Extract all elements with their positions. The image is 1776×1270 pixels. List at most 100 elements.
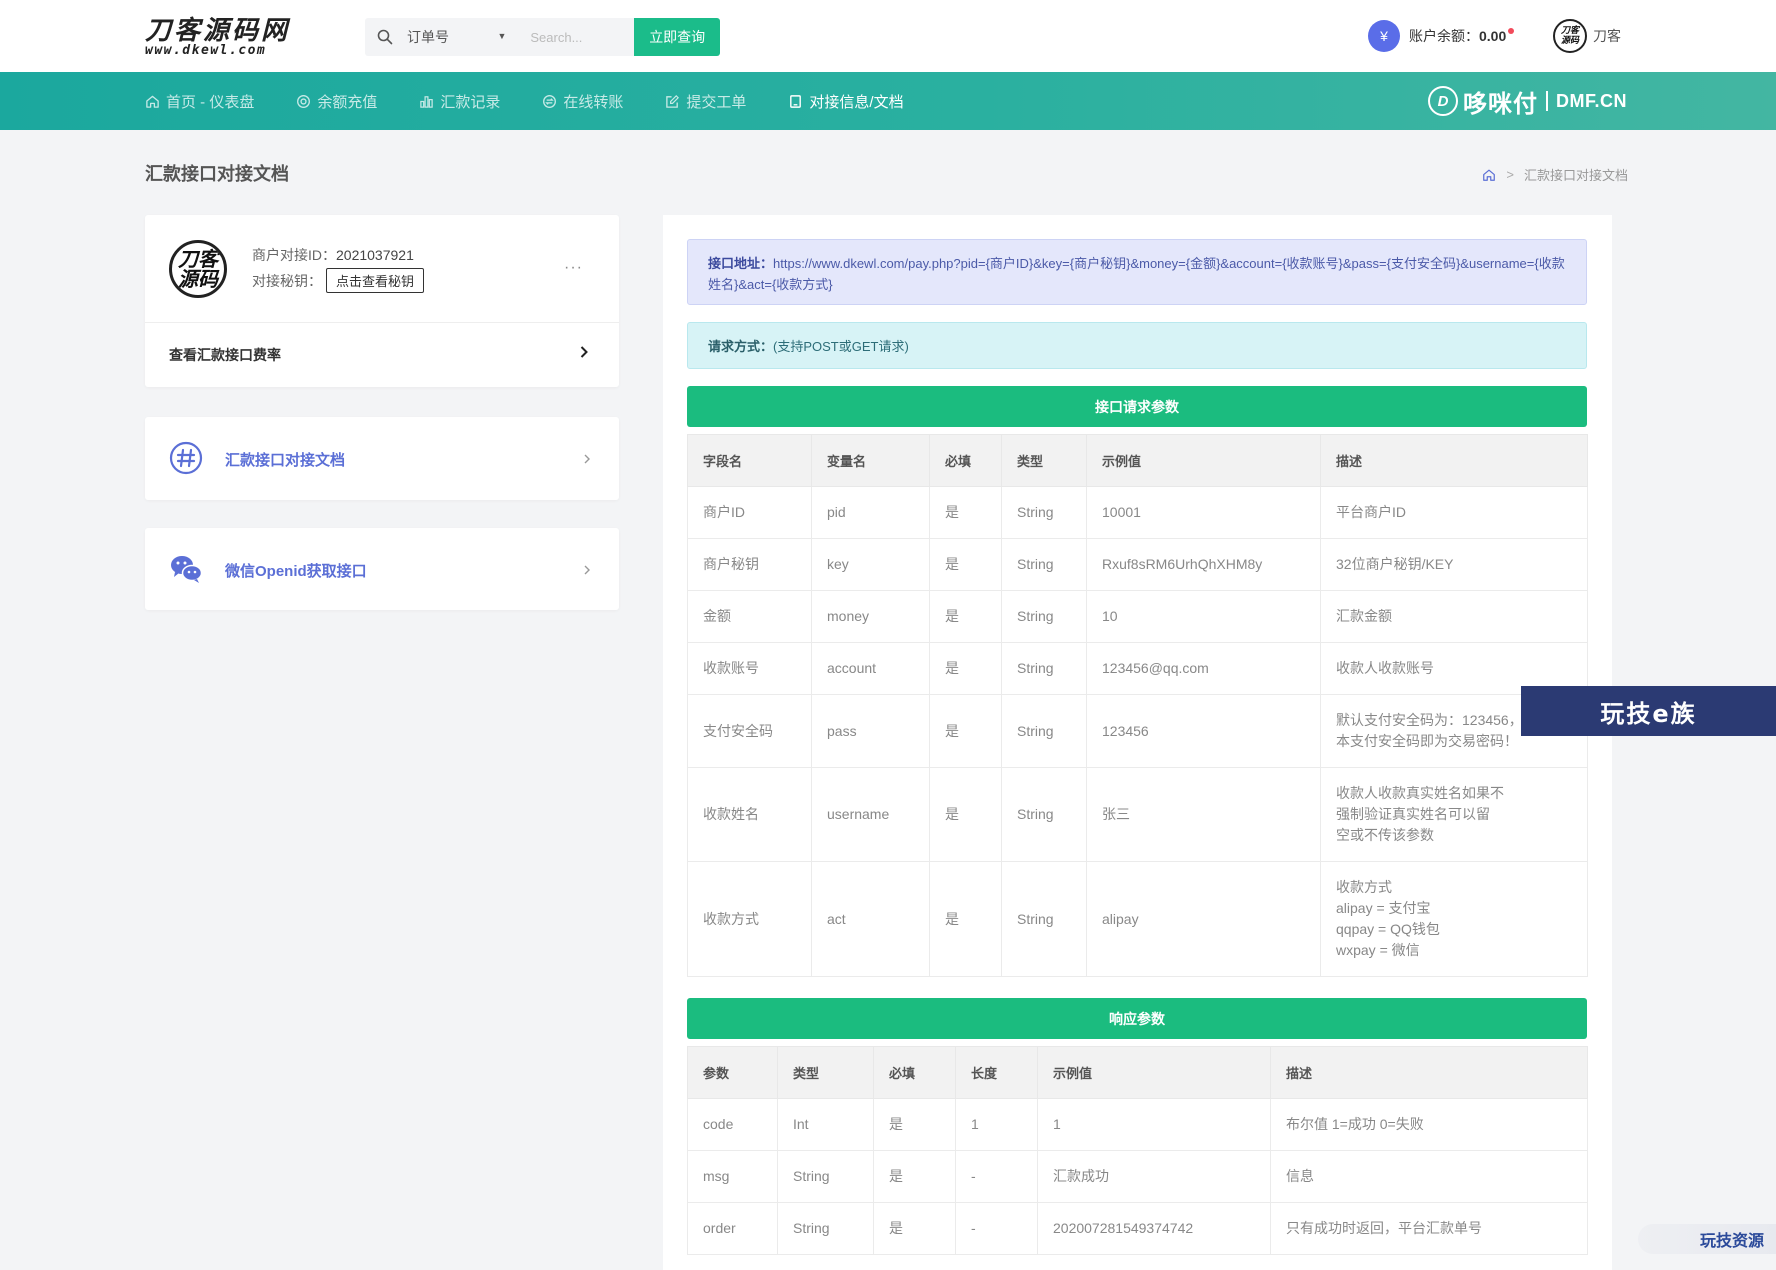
api-doc-panel: 接口地址：https://www.dkewl.com/pay.php?pid={… [663,215,1612,1270]
response-params-table: 参数 类型 必填 长度 示例值 描述 code Int 是 1 1 布尔值 1=成功 0=失败 msg… [687,1046,1588,1255]
nav-item-docs[interactable]: 对接信息/文档 [788,91,904,112]
table-cell: 是 [873,1098,956,1151]
avatar: 刀客源码 [169,240,227,298]
cell-line: 收款方式 [1336,879,1392,895]
table-cell: String [1001,694,1087,768]
table-row: 商户秘钥 key 是 String Rxuf8sRM6UrhQhXHM8y 32位商户秘钥… [687,538,1588,591]
search-submit-button[interactable]: 立即查询 [634,18,720,56]
column-header: 变量名 [811,434,930,487]
search-icon [377,29,393,45]
table-cell: 收款方式 [687,861,812,977]
table-cell: 是 [929,486,1002,539]
column-header: 必填 [929,434,1002,487]
hash-icon [169,441,203,475]
table-cell: 是 [929,642,1002,695]
username: 刀客 [1593,28,1621,44]
request-method-label: 请求方式： [708,339,774,354]
table-cell: username [811,767,930,862]
column-header: 类型 [1001,434,1087,487]
table-row: 商户ID pid 是 String 10001 平台商户ID [687,486,1588,539]
table-cell: 是 [929,590,1002,643]
table-cell: code [687,1098,778,1151]
bar-chart-icon [420,95,434,108]
account-balance[interactable]: ¥ 账户余额：0.00 [1368,20,1515,52]
notification-dot [1508,28,1515,34]
nav-label: 首页 - 仪表盘 [166,93,255,111]
table-row: 收款姓名 username 是 String 张三 收款人收款真实姓名如果不 强制验证真实姓… [687,767,1588,862]
table-cell: 10001 [1086,486,1321,539]
nav-label: 提交工单 [686,93,747,111]
nav-label: 对接信息/文档 [809,93,904,111]
balance-value: 0.00 [1479,28,1507,44]
table-cell: 金额 [687,590,812,643]
table-cell: 123456@qq.com [1086,642,1321,695]
view-secret-key-button[interactable]: 点击查看秘钥 [326,268,425,293]
brand-name: 哆咪付 [1463,90,1538,118]
table-cell: String [1001,590,1087,643]
table-cell: 1 [955,1098,1038,1151]
table-cell: 202007281549374742 [1037,1202,1271,1255]
table-cell: key [811,538,930,591]
watermark-badge: 玩技e族 [1521,686,1776,736]
table-cell: 是 [929,861,1002,977]
remit-doc-link-label: 汇款接口对接文档 [225,452,346,469]
table-cell: 支付安全码 [687,694,812,768]
view-rate-label: 查看汇款接口费率 [169,347,281,363]
merchant-id-row: 商户对接ID： 2021037921 [252,245,414,265]
user-menu[interactable]: 刀客源码 刀客 [1553,19,1621,53]
search-bar: 订单号 ▼ 立即查询 [365,18,720,56]
balance-label: 账户余额： [1409,28,1479,44]
search-input[interactable] [520,18,635,56]
table-cell: 收款账号 [687,642,812,695]
table-cell: 布尔值 1=成功 0=失败 [1270,1098,1588,1151]
table-cell: 收款人收款真实姓名如果不 强制验证真实姓名可以留 空或不传该参数 [1320,767,1588,862]
api-url-alert: 接口地址：https://www.dkewl.com/pay.php?pid={… [687,239,1587,305]
table-cell: pid [811,486,930,539]
wechat-icon [171,556,203,583]
column-header: 长度 [955,1046,1038,1099]
remit-doc-link-card[interactable]: 汇款接口对接文档 [145,417,619,500]
wechat-openid-link-card[interactable]: 微信Openid获取接口 [145,528,619,610]
table-cell: pass [811,694,930,768]
brand-logo[interactable]: D 哆咪付 DMF.CN [1428,85,1627,118]
table-header-row: 字段名 变量名 必填 类型 示例值 描述 [687,434,1588,487]
main-nav: 首页 - 仪表盘 余额充值 汇款记录 在线转账 提交工单 对接信息/文档 D 哆… [0,72,1776,130]
response-params-heading: 响应参数 [687,998,1587,1039]
nav-item-dashboard[interactable]: 首页 - 仪表盘 [145,91,254,112]
site-logo[interactable]: 刀客源码网 www.dkewl.com [145,18,345,58]
page-title: 汇款接口对接文档 [145,164,289,184]
table-cell: 收款姓名 [687,767,812,862]
table-cell: String [1001,767,1087,862]
table-row: 金额 money 是 String 10 汇款金额 [687,590,1588,643]
brand-divider [1546,91,1548,111]
edit-icon [666,94,680,108]
home-icon[interactable] [1482,168,1496,182]
request-params-heading: 接口请求参数 [687,386,1587,427]
nav-item-transfer[interactable]: 在线转账 [542,91,623,112]
search-type-select[interactable]: 订单号 ▼ [365,18,521,56]
cell-line: qqpay = QQ钱包 [1336,921,1440,937]
table-cell: 32位商户秘钥/KEY [1320,538,1588,591]
nav-item-records[interactable]: 汇款记录 [419,91,500,112]
view-rate-link[interactable]: 查看汇款接口费率 [145,323,619,387]
table-cell: act [811,861,930,977]
merchant-id-value: 2021037921 [336,247,414,263]
table-row: 收款账号 account 是 String 123456@qq.com 收款人收款账号 [687,642,1588,695]
breadcrumb: > 汇款接口对接文档 [1482,165,1628,184]
table-row: code Int 是 1 1 布尔值 1=成功 0=失败 [687,1098,1588,1151]
merchant-id-label: 商户对接ID： [252,247,336,263]
chevron-right-icon [580,346,588,358]
nav-item-ticket[interactable]: 提交工单 [665,91,746,112]
request-method-alert: 请求方式： (支持POST或GET请求) [687,322,1587,369]
more-options-icon[interactable]: ··· [564,259,583,277]
table-cell: String [777,1202,874,1255]
cell-line: wxpay = 微信 [1336,942,1420,958]
table-row: order String 是 -202007281549374742 只有成功时返回，平… [687,1202,1588,1255]
nav-item-recharge[interactable]: 余额充值 [296,91,377,112]
api-url-text: https://www.dkewl.com/pay.php?pid={商户ID}… [708,256,1565,292]
breadcrumb-current: 汇款接口对接文档 [1523,168,1628,183]
profile-header: 刀客源码 商户对接ID： 2021037921 对接秘钥： 点击查看秘钥 ··· [145,215,619,323]
table-cell: - [955,1150,1038,1203]
table-cell: 是 [929,767,1002,862]
table-cell: 10 [1086,590,1321,643]
